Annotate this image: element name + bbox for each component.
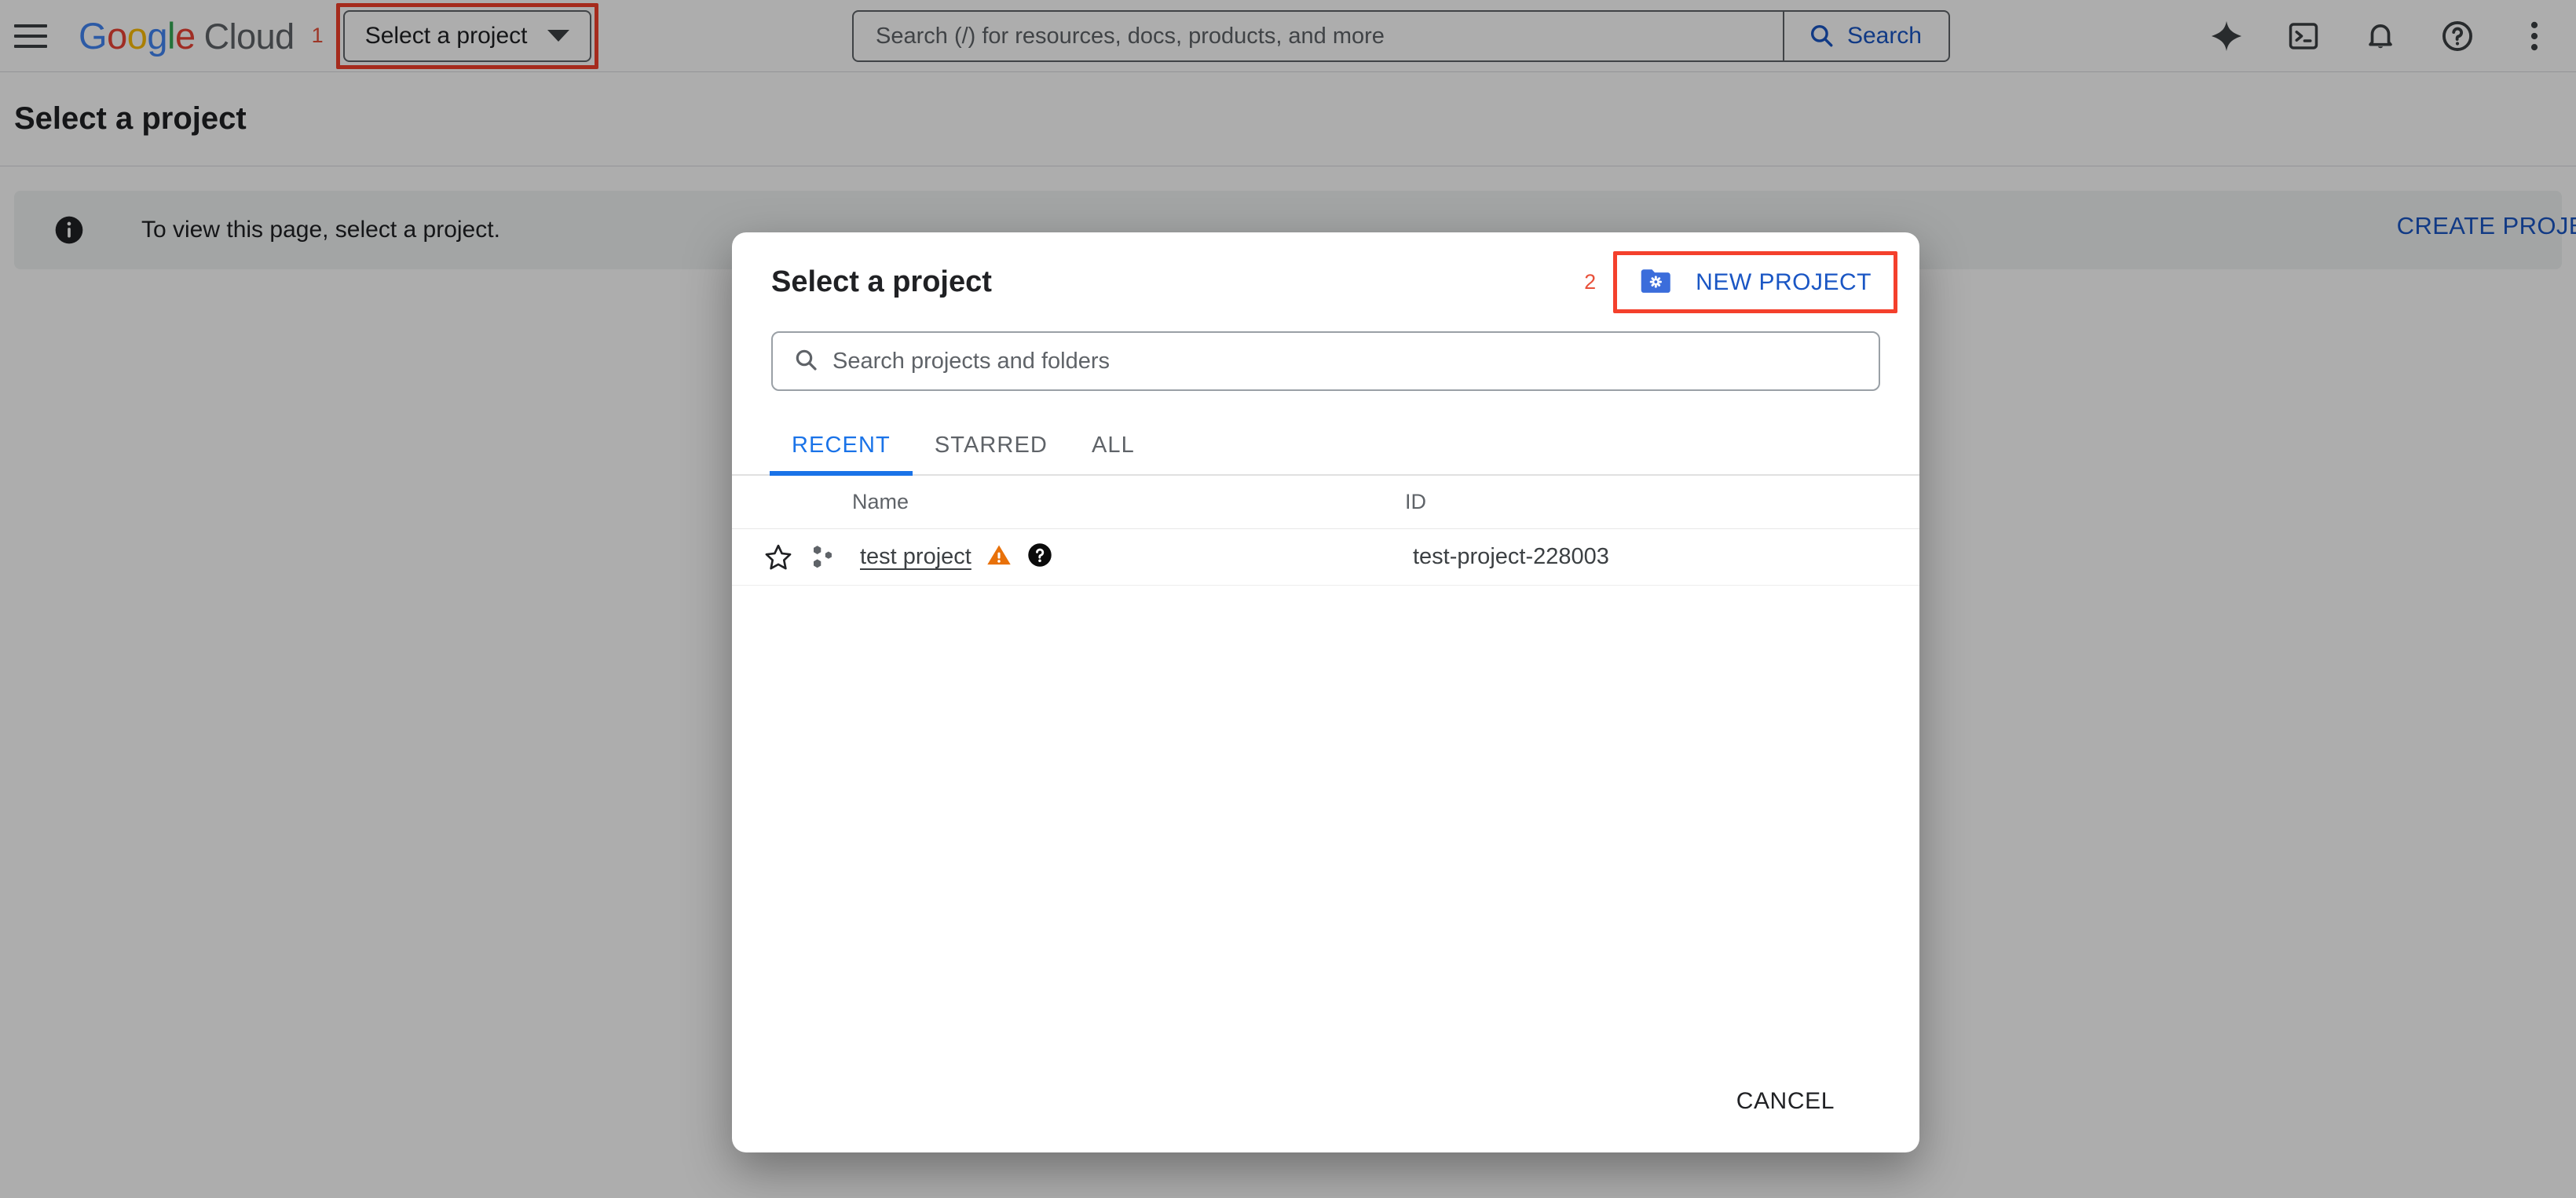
star-outline-icon[interactable] (763, 542, 798, 572)
projects-table: Name ID test project test-project-228003 (732, 476, 1919, 586)
dialog-title: Select a project (771, 265, 992, 298)
app-root: Google Cloud 1 Select a project Search (… (0, 0, 2576, 1198)
search-icon (793, 347, 818, 376)
new-project-label: NEW PROJECT (1696, 268, 1872, 295)
dialog-header: Select a project 2 NEW PROJECT (732, 232, 1919, 331)
tab-all[interactable]: ALL (1070, 433, 1157, 474)
tab-recent[interactable]: RECENT (770, 433, 913, 476)
project-search-field (771, 331, 1880, 391)
dialog-footer: CANCEL (732, 1050, 1919, 1152)
dialog-header-actions: 2 NEW PROJECT (1584, 251, 1897, 313)
warning-triangle-icon (986, 542, 1012, 572)
new-project-button[interactable]: NEW PROJECT (1625, 261, 1886, 303)
cancel-button[interactable]: CANCEL (1719, 1077, 1852, 1126)
project-hexagons-icon (809, 543, 840, 572)
table-header-row: Name ID (732, 476, 1919, 529)
project-name-cell: test project (860, 542, 1413, 572)
step-marker-2: 2 (1584, 270, 1597, 294)
new-project-annotation-box: NEW PROJECT (1613, 251, 1897, 313)
help-filled-icon[interactable] (1026, 542, 1053, 572)
select-project-dialog: Select a project 2 NEW PROJECT Search pr… (732, 232, 1919, 1152)
column-header-id: ID (1405, 490, 1426, 513)
column-header-name: Name (852, 490, 909, 513)
project-name-link[interactable]: test project (860, 544, 971, 570)
project-id-cell: test-project-228003 (1413, 544, 1609, 569)
tab-starred[interactable]: STARRED (913, 433, 1070, 474)
create-new-folder-icon (1639, 266, 1674, 298)
table-row[interactable]: test project test-project-228003 (732, 529, 1919, 586)
project-tabs: RECENT STARRED ALL (732, 418, 1919, 476)
project-search-input[interactable] (818, 333, 1879, 389)
